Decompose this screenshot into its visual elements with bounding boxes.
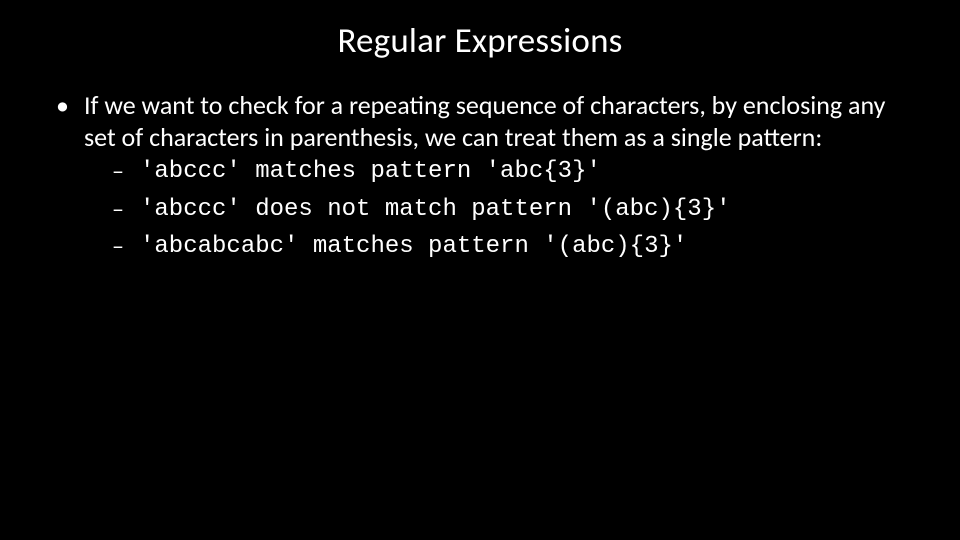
- example-item: 'abccc' matches pattern 'abc{3}': [112, 153, 912, 190]
- example-list: 'abccc' matches pattern 'abc{3}' 'abccc'…: [84, 153, 912, 265]
- example-item: 'abcabcabc' matches pattern '(abc){3}': [112, 228, 912, 265]
- slide: Regular Expressions If we want to check …: [0, 0, 960, 540]
- example-item: 'abccc' does not match pattern '(abc){3}…: [112, 191, 912, 228]
- slide-title: Regular Expressions: [48, 20, 912, 62]
- bullet-item: If we want to check for a repeating sequ…: [56, 90, 912, 265]
- bullet-list: If we want to check for a repeating sequ…: [48, 90, 912, 265]
- bullet-text: If we want to check for a repeating sequ…: [84, 89, 885, 153]
